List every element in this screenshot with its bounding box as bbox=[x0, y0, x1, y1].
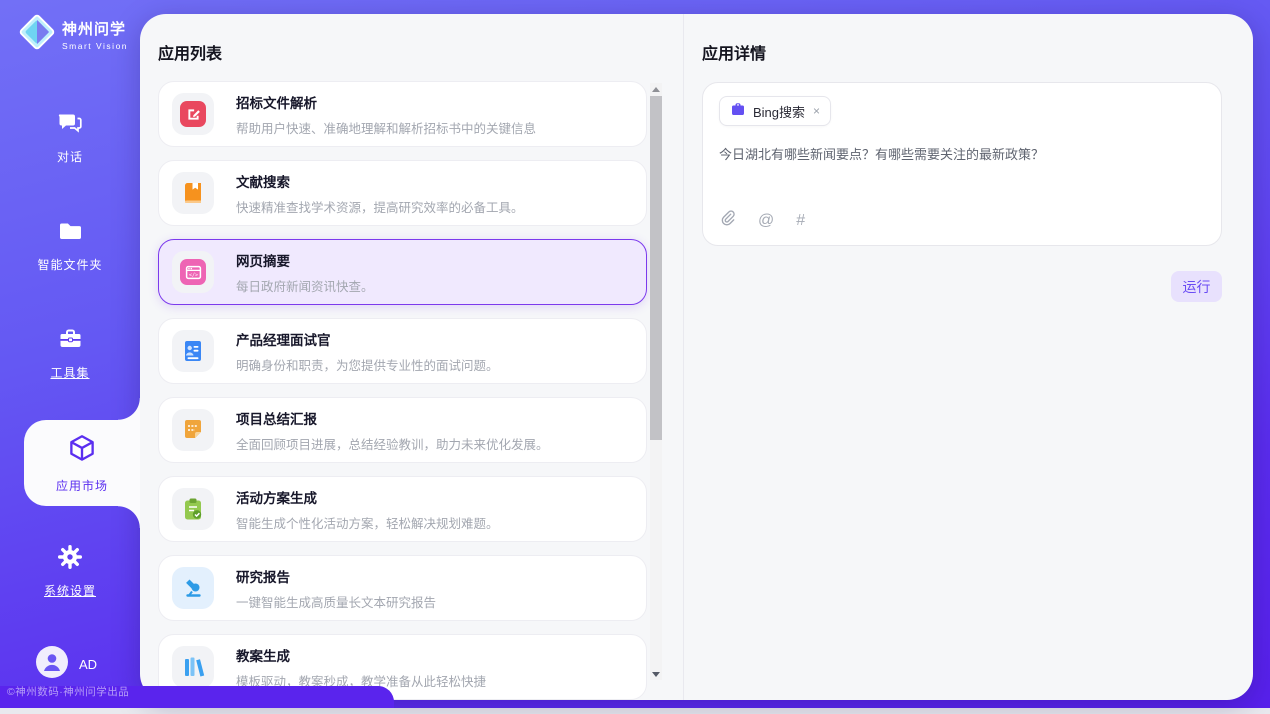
user-initials: AD bbox=[79, 657, 97, 672]
briefcase-tag-icon bbox=[730, 101, 746, 122]
app-desc: 快速精准查找学术资源，提高研究效率的必备工具。 bbox=[236, 197, 524, 216]
sidebar-item-chat[interactable]: 对话 bbox=[0, 110, 140, 165]
sidebar-item-label: 系统设置 bbox=[44, 582, 96, 599]
app-logo: 神州问学 Smart Vision bbox=[18, 13, 128, 56]
browser-code-icon: </> bbox=[172, 251, 214, 293]
user-account[interactable]: AD bbox=[36, 646, 97, 683]
app-name: 产品经理面试官 bbox=[236, 329, 499, 349]
sidebar-item-label: 智能文件夹 bbox=[37, 256, 102, 273]
folder-icon bbox=[57, 219, 84, 249]
copyright-text: ©神州数码·神州问学出品 bbox=[7, 684, 129, 699]
app-desc: 每日政府新闻资讯快查。 bbox=[236, 276, 374, 295]
logo-title: 神州问学 bbox=[62, 18, 128, 39]
sidebar-item-app-market-active[interactable]: 应用市场 bbox=[24, 420, 140, 506]
app-desc: 全面回顾项目进展，总结经验教训，助力未来优化发展。 bbox=[236, 434, 549, 453]
sidebar-item-label: 对话 bbox=[57, 148, 83, 165]
close-icon[interactable]: × bbox=[813, 104, 820, 118]
tool-tag-bing-search[interactable]: Bing搜索 × bbox=[719, 96, 831, 126]
sticky-note-icon bbox=[172, 409, 214, 451]
query-text[interactable]: 今日湖北有哪些新闻要点？有哪些需要关注的最新政策？ bbox=[719, 145, 1205, 165]
person-avatar-icon bbox=[36, 646, 68, 683]
cube-icon bbox=[65, 432, 99, 471]
paperclip-icon[interactable] bbox=[719, 209, 736, 232]
query-input-card[interactable]: Bing搜索 × 今日湖北有哪些新闻要点？有哪些需要关注的最新政策？ @ # bbox=[702, 82, 1222, 246]
diamond-logo-icon bbox=[18, 13, 56, 56]
app-card-project-summary[interactable]: 项目总结汇报 全面回顾项目进展，总结经验教训，助力未来优化发展。 bbox=[158, 397, 647, 463]
scrollbar-down-arrow[interactable] bbox=[650, 668, 662, 680]
app-card-web-summary-selected[interactable]: </> 网页摘要 每日政府新闻资讯快查。 bbox=[158, 239, 647, 305]
app-desc: 明确身份和职责，为您提供专业性的面试问题。 bbox=[236, 355, 499, 374]
app-list-panel: 应用列表 招标文件解析 帮助用户快速、准确地理解和解析招标书中的关键信息 bbox=[140, 14, 683, 700]
sidebar-item-label: 应用市场 bbox=[56, 477, 108, 494]
app-card-list: 招标文件解析 帮助用户快速、准确地理解和解析招标书中的关键信息 文献搜索 快速精… bbox=[158, 81, 647, 700]
app-name: 文献搜索 bbox=[236, 171, 524, 191]
input-toolbar: @ # bbox=[719, 209, 805, 232]
hash-icon[interactable]: # bbox=[796, 213, 805, 229]
logo-subtitle: Smart Vision bbox=[62, 41, 128, 51]
app-name: 教案生成 bbox=[236, 645, 486, 665]
tool-tag-label: Bing搜索 bbox=[753, 102, 805, 121]
document-edit-icon bbox=[172, 93, 214, 135]
sidebar: 神州问学 Smart Vision 对话 智能文件夹 bbox=[0, 0, 140, 708]
mention-icon[interactable]: @ bbox=[758, 213, 774, 229]
gear-icon bbox=[57, 544, 83, 575]
app-card-bid-parsing[interactable]: 招标文件解析 帮助用户快速、准确地理解和解析招标书中的关键信息 bbox=[158, 81, 647, 147]
app-name: 网页摘要 bbox=[236, 250, 374, 270]
app-desc: 帮助用户快速、准确地理解和解析招标书中的关键信息 bbox=[236, 118, 536, 137]
books-icon bbox=[172, 646, 214, 688]
app-name: 招标文件解析 bbox=[236, 92, 536, 112]
sidebar-item-toolset[interactable]: 工具集 bbox=[0, 326, 140, 381]
app-card-event-plan[interactable]: 活动方案生成 智能生成个性化活动方案，轻松解决规划难题。 bbox=[158, 476, 647, 542]
app-name: 项目总结汇报 bbox=[236, 408, 549, 428]
app-list-title: 应用列表 bbox=[158, 40, 222, 64]
book-icon bbox=[172, 172, 214, 214]
app-name: 研究报告 bbox=[236, 566, 436, 586]
clipboard-check-icon bbox=[172, 488, 214, 530]
app-card-pm-interviewer[interactable]: 产品经理面试官 明确身份和职责，为您提供专业性的面试问题。 bbox=[158, 318, 647, 384]
main-content: 应用列表 招标文件解析 帮助用户快速、准确地理解和解析招标书中的关键信息 bbox=[140, 14, 1253, 700]
app-desc: 一键智能生成高质量长文本研究报告 bbox=[236, 592, 436, 611]
run-button[interactable]: 运行 bbox=[1171, 271, 1222, 302]
sidebar-item-label: 工具集 bbox=[50, 364, 89, 381]
interview-doc-icon bbox=[172, 330, 214, 372]
svg-text:</>: </> bbox=[188, 272, 197, 278]
app-desc: 智能生成个性化活动方案，轻松解决规划难题。 bbox=[236, 513, 499, 532]
toolbox-icon bbox=[57, 326, 84, 357]
app-detail-title: 应用详情 bbox=[702, 40, 766, 64]
scrollbar-up-arrow[interactable] bbox=[650, 83, 662, 95]
sidebar-item-smart-folder[interactable]: 智能文件夹 bbox=[0, 219, 140, 273]
scrollbar-thumb[interactable] bbox=[650, 96, 662, 440]
app-name: 活动方案生成 bbox=[236, 487, 499, 507]
chat-icon bbox=[57, 110, 84, 141]
microscope-icon bbox=[172, 567, 214, 609]
app-card-literature-search[interactable]: 文献搜索 快速精准查找学术资源，提高研究效率的必备工具。 bbox=[158, 160, 647, 226]
app-card-research-report[interactable]: 研究报告 一键智能生成高质量长文本研究报告 bbox=[158, 555, 647, 621]
app-detail-panel: 应用详情 Bing搜索 × 今日湖北有哪些新闻要点？有哪些需要关注的最新政策？ bbox=[684, 14, 1253, 700]
sidebar-item-settings[interactable]: 系统设置 bbox=[0, 544, 140, 599]
